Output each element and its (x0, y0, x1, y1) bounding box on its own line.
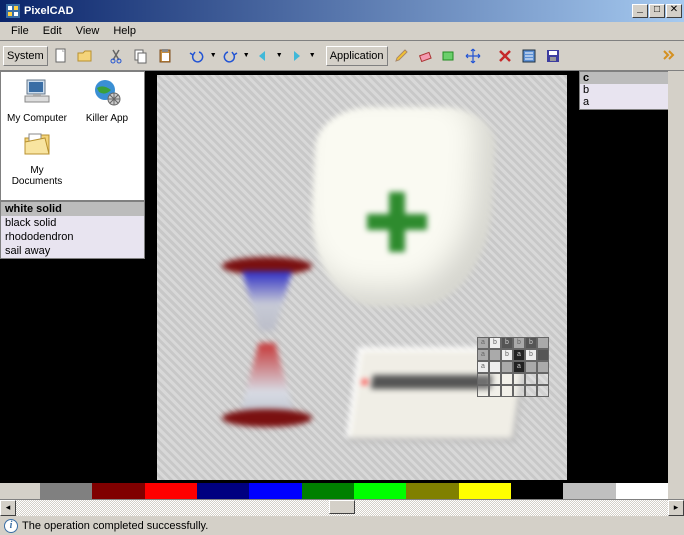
canvas-background (157, 75, 567, 480)
desktop-item-killer-app[interactable]: Killer App (75, 76, 139, 124)
menu-view[interactable]: View (69, 23, 107, 39)
undo-button[interactable] (186, 45, 208, 67)
separator (486, 45, 492, 67)
mini-row-label: b (583, 84, 589, 96)
undo-dropdown-icon[interactable]: ▼ (210, 52, 217, 59)
menubar: File Edit View Help (0, 22, 684, 41)
palette-swatch[interactable] (145, 483, 197, 499)
move-button[interactable] (462, 45, 484, 67)
layer-row[interactable]: sail away (1, 244, 144, 258)
layer-list: white solid black solid rhododendron sai… (0, 201, 145, 259)
desktop-item-label: My Computer (5, 113, 69, 124)
pencil-button[interactable] (390, 45, 412, 67)
app-icon (5, 3, 21, 19)
redo-dropdown-icon[interactable]: ▼ (243, 52, 250, 59)
folder-docs-icon (21, 128, 53, 160)
main-area: My Computer Killer App My Documents whit… (0, 71, 684, 483)
palette-swatch[interactable] (249, 483, 301, 499)
statusbar: i The operation completed successfully. (0, 515, 684, 535)
menu-file[interactable]: File (4, 23, 36, 39)
toolbar-overflow-button[interactable] (659, 45, 681, 67)
horizontal-scrollbar[interactable]: ◂ ▸ (0, 499, 684, 515)
menu-help[interactable]: Help (106, 23, 143, 39)
palette-swatch[interactable] (616, 483, 668, 499)
paste-button[interactable] (154, 45, 176, 67)
desktop-item-label: My Documents (5, 165, 69, 187)
toolbar: System ▼ ▼ ▼ ▼ Application (0, 41, 684, 71)
mini-row-label: a (583, 96, 589, 109)
scroll-track[interactable] (16, 500, 668, 516)
titlebar: PixelCAD _ □ ✕ (0, 0, 684, 22)
separator (98, 45, 104, 67)
forward-dropdown-icon[interactable]: ▼ (309, 52, 316, 59)
separator (318, 45, 324, 67)
left-column: My Computer Killer App My Documents whit… (0, 71, 145, 483)
palette-swatch[interactable] (302, 483, 354, 499)
status-message: The operation completed successfully. (22, 520, 208, 532)
mini-row-label: c (583, 72, 589, 84)
minimize-button[interactable]: _ (632, 4, 648, 18)
menu-edit[interactable]: Edit (36, 23, 69, 39)
shape-button[interactable] (438, 45, 460, 67)
info-icon: i (4, 519, 18, 533)
scroll-left-button[interactable]: ◂ (0, 500, 16, 516)
maximize-button[interactable]: □ (649, 4, 665, 18)
redo-button[interactable] (219, 45, 241, 67)
palette-swatch[interactable] (354, 483, 406, 499)
system-dropdown[interactable]: System (3, 46, 48, 66)
desktop-item-label: Killer App (75, 113, 139, 124)
app-title: PixelCAD (24, 5, 632, 17)
pixel-grid-overlay[interactable]: abbbb abab aa (477, 337, 549, 397)
open-button[interactable] (74, 45, 96, 67)
application-dropdown-label: Application (330, 50, 384, 62)
desktop-item-my-computer[interactable]: My Computer (5, 76, 69, 124)
layer-row[interactable]: rhododendron (1, 230, 144, 244)
eraser-button[interactable] (414, 45, 436, 67)
palette-swatch[interactable] (459, 483, 511, 499)
desktop-panel: My Computer Killer App My Documents (0, 71, 145, 201)
save-button[interactable] (542, 45, 564, 67)
artwork-preview (202, 107, 522, 447)
palette-swatch[interactable] (511, 483, 563, 499)
copy-button[interactable] (130, 45, 152, 67)
desktop-item-my-documents[interactable]: My Documents (5, 128, 69, 187)
separator (178, 45, 184, 67)
system-dropdown-label: System (7, 50, 44, 62)
layer-row[interactable]: black solid (1, 216, 144, 230)
new-button[interactable] (50, 45, 72, 67)
application-dropdown[interactable]: Application (326, 46, 388, 66)
color-palette (40, 483, 668, 499)
computer-icon (21, 76, 53, 108)
layer-row[interactable]: white solid (1, 202, 144, 216)
properties-button[interactable] (518, 45, 540, 67)
back-button[interactable] (252, 45, 274, 67)
scroll-right-button[interactable]: ▸ (668, 500, 684, 516)
cut-button[interactable] (106, 45, 128, 67)
vertical-scrollbar[interactable] (668, 71, 684, 483)
earth-gear-icon (91, 76, 123, 108)
delete-button[interactable] (494, 45, 516, 67)
palette-swatch[interactable] (406, 483, 458, 499)
back-dropdown-icon[interactable]: ▼ (276, 52, 283, 59)
palette-swatch[interactable] (197, 483, 249, 499)
palette-swatch[interactable] (40, 483, 92, 499)
scroll-thumb[interactable] (329, 500, 355, 514)
close-button[interactable]: ✕ (666, 4, 682, 18)
forward-button[interactable] (285, 45, 307, 67)
canvas-area[interactable]: abbbb abab aa (145, 71, 579, 483)
palette-swatch[interactable] (563, 483, 615, 499)
palette-swatch[interactable] (92, 483, 144, 499)
